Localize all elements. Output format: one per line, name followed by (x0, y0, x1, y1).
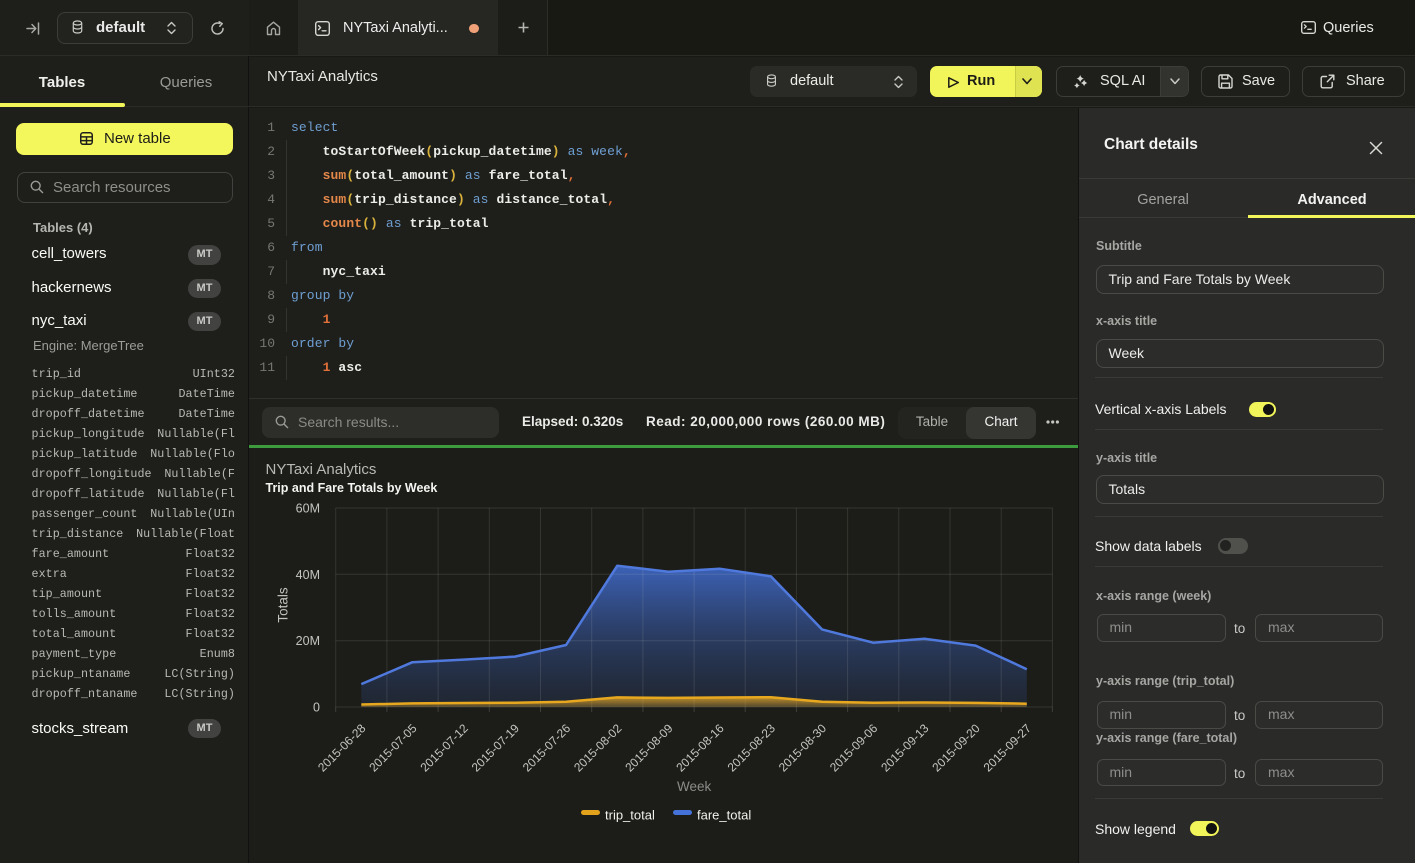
svg-text:2015-08-09: 2015-08-09 (622, 720, 676, 774)
svg-text:2015-08-02: 2015-08-02 (571, 720, 625, 774)
svg-text:2015-07-19: 2015-07-19 (469, 720, 523, 774)
svg-text:2015-08-16: 2015-08-16 (673, 720, 727, 774)
svg-text:2015-06-28: 2015-06-28 (315, 720, 369, 774)
svg-text:2015-07-26: 2015-07-26 (520, 720, 574, 774)
svg-text:fare_total: fare_total (697, 807, 751, 822)
svg-text:2015-07-12: 2015-07-12 (418, 720, 472, 774)
svg-text:60M: 60M (296, 501, 320, 515)
svg-text:2015-09-13: 2015-09-13 (878, 720, 932, 774)
svg-text:2015-09-27: 2015-09-27 (981, 720, 1035, 774)
svg-text:40M: 40M (296, 567, 320, 581)
svg-text:trip_total: trip_total (605, 807, 655, 822)
svg-text:2015-07-05: 2015-07-05 (366, 720, 420, 774)
svg-text:0: 0 (313, 700, 320, 714)
svg-text:20M: 20M (296, 634, 320, 648)
svg-text:2015-08-23: 2015-08-23 (725, 720, 779, 774)
svg-text:2015-09-06: 2015-09-06 (827, 720, 881, 774)
svg-text:2015-09-20: 2015-09-20 (929, 720, 983, 774)
svg-text:2015-08-30: 2015-08-30 (776, 720, 830, 774)
svg-text:Week: Week (677, 779, 712, 794)
svg-text:Totals: Totals (276, 587, 291, 623)
